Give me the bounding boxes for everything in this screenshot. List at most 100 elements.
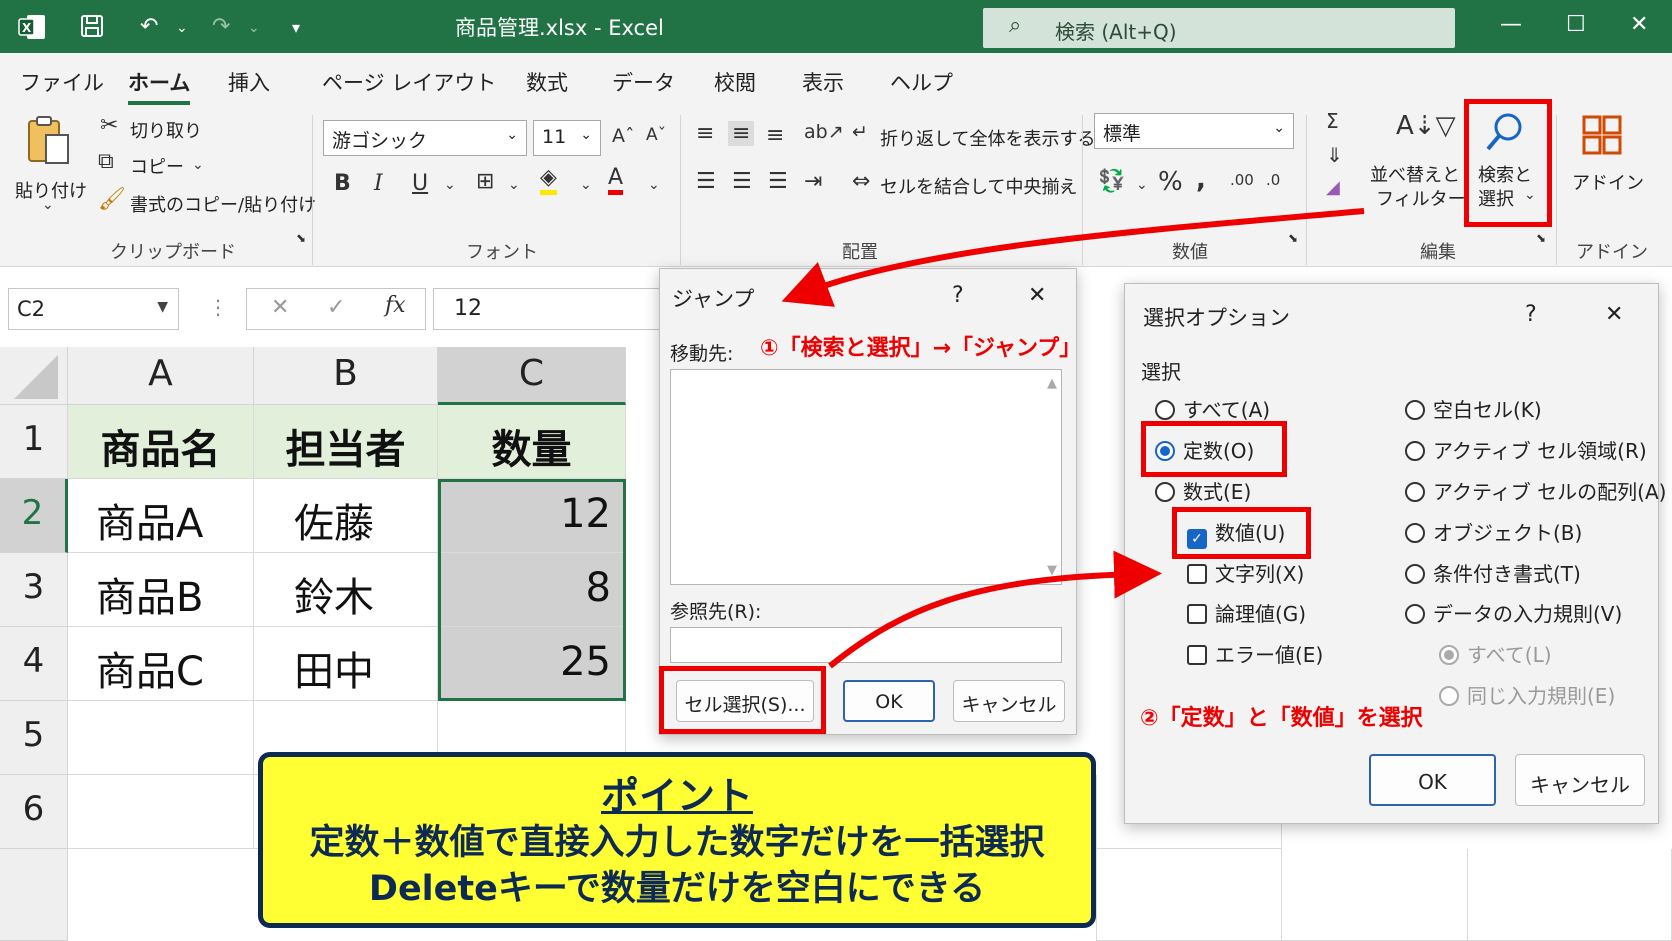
- special-ok-button[interactable]: OK: [1369, 754, 1496, 806]
- font-size-select[interactable]: 11 ⌄: [533, 120, 601, 156]
- bold-icon[interactable]: B: [334, 171, 351, 196]
- maximize-icon[interactable]: ☐: [1566, 12, 1586, 37]
- borders-icon[interactable]: ⊞: [476, 169, 494, 194]
- tab-view[interactable]: 表示: [802, 67, 844, 97]
- merge-center-button[interactable]: セルを結合して中央揃え: [880, 173, 1077, 199]
- cell-g7[interactable]: [1468, 849, 1672, 941]
- goto-list[interactable]: ▲ ▼: [670, 369, 1062, 585]
- cell-b4[interactable]: 田中: [254, 627, 438, 701]
- autosum-icon[interactable]: Σ: [1326, 109, 1339, 133]
- merge-dropdown-icon[interactable]: ⌄: [1058, 177, 1070, 193]
- font-color-icon[interactable]: A: [608, 165, 624, 195]
- option-objects[interactable]: オブジェクト(B): [1405, 517, 1582, 546]
- row-header-3[interactable]: 3: [0, 553, 68, 627]
- clipboard-launcher-icon[interactable]: ⬊: [296, 231, 306, 245]
- cell-f7[interactable]: [1282, 849, 1468, 941]
- copy-dropdown-icon[interactable]: ⌄: [192, 157, 204, 173]
- help-icon[interactable]: ?: [1525, 302, 1537, 327]
- header-cell-quantity[interactable]: 数量: [438, 405, 626, 479]
- font-color-dropdown-icon[interactable]: ⌄: [648, 177, 660, 193]
- option-formulas[interactable]: 数式(E): [1155, 476, 1251, 505]
- row-header-4[interactable]: 4: [0, 627, 68, 701]
- row-header-2[interactable]: 2: [0, 479, 68, 553]
- fill-color-dropdown-icon[interactable]: ⌄: [580, 177, 592, 193]
- number-launcher-icon[interactable]: ⬊: [1288, 231, 1298, 245]
- paste-dropdown-icon[interactable]: ⌄: [42, 197, 54, 213]
- column-header-b[interactable]: B: [254, 347, 438, 405]
- close-icon[interactable]: ✕: [1028, 283, 1046, 308]
- option-errors[interactable]: エラー値(E): [1187, 639, 1323, 668]
- search-box[interactable]: ⌕ 検索 (Alt+Q): [983, 8, 1455, 48]
- fill-color-icon[interactable]: ◈: [540, 165, 557, 195]
- row-header-1[interactable]: 1: [0, 405, 68, 479]
- close-icon[interactable]: ✕: [1605, 302, 1623, 327]
- fill-icon[interactable]: ⇓: [1326, 143, 1343, 167]
- scroll-up-icon[interactable]: ▲: [1047, 376, 1057, 391]
- option-text[interactable]: 文字列(X): [1187, 558, 1304, 587]
- option-current-array[interactable]: アクティブ セルの配列(A): [1405, 476, 1666, 505]
- close-icon[interactable]: ✕: [1630, 12, 1648, 37]
- name-box[interactable]: C2 ▼: [8, 288, 179, 330]
- align-top-icon[interactable]: ≡: [696, 121, 714, 146]
- underline-dropdown-icon[interactable]: ⌄: [444, 177, 456, 193]
- underline-icon[interactable]: U: [412, 171, 428, 196]
- cell-e7[interactable]: [1096, 849, 1282, 941]
- copy-button[interactable]: コピー: [130, 153, 184, 179]
- sort-filter-label-1[interactable]: 並べ替えと: [1370, 161, 1460, 187]
- font-name-select[interactable]: 游ゴシック ⌄: [323, 120, 527, 156]
- option-conditional-formats[interactable]: 条件付き書式(T): [1405, 558, 1581, 587]
- format-painter-button[interactable]: 書式のコピー/貼り付け: [130, 191, 316, 217]
- goto-cancel-button[interactable]: キャンセル: [953, 680, 1065, 722]
- tab-insert[interactable]: 挿入: [228, 67, 270, 97]
- option-blanks[interactable]: 空白セル(K): [1405, 394, 1542, 423]
- clear-icon[interactable]: ◢: [1326, 177, 1340, 198]
- wrap-text-button[interactable]: 折り返して全体を表示する: [880, 125, 1095, 151]
- redo-dropdown-icon[interactable]: ⌄: [248, 20, 260, 36]
- cancel-entry-icon[interactable]: ✕: [271, 295, 289, 320]
- decrease-font-icon[interactable]: Aˇ: [646, 125, 666, 145]
- undo-dropdown-icon[interactable]: ⌄: [176, 20, 188, 36]
- option-validation-all[interactable]: すべて(L): [1439, 639, 1552, 668]
- header-cell-product[interactable]: 商品名: [68, 405, 254, 479]
- indent-icon[interactable]: ⇥: [804, 169, 822, 194]
- editing-launcher-icon[interactable]: ⬊: [1536, 231, 1546, 245]
- tab-page-layout[interactable]: ページ レイアウト: [322, 67, 496, 97]
- addins-button[interactable]: アドイン: [1572, 169, 1644, 195]
- tab-file[interactable]: ファイル: [20, 67, 104, 97]
- row-header-5[interactable]: 5: [0, 701, 68, 775]
- align-middle-icon[interactable]: ≡: [728, 121, 755, 146]
- cell-a5[interactable]: [68, 701, 254, 775]
- cell-a2[interactable]: 商品A: [68, 479, 254, 553]
- option-data-validation[interactable]: データの入力規則(V): [1405, 598, 1622, 627]
- option-logicals[interactable]: 論理値(G): [1187, 598, 1306, 627]
- minimize-icon[interactable]: —: [1500, 12, 1522, 37]
- column-header-a[interactable]: A: [68, 347, 254, 405]
- option-all[interactable]: すべて(A): [1155, 394, 1270, 423]
- number-format-select[interactable]: 標準 ⌄: [1094, 113, 1294, 149]
- special-cancel-button[interactable]: キャンセル: [1515, 754, 1645, 806]
- goto-ok-button[interactable]: OK: [843, 680, 935, 722]
- italic-icon[interactable]: I: [374, 171, 383, 196]
- tab-review[interactable]: 校閲: [714, 67, 756, 97]
- cell-a4[interactable]: 商品C: [68, 627, 254, 701]
- row-header-7[interactable]: [0, 849, 68, 941]
- formula-input[interactable]: 12: [433, 288, 665, 330]
- select-all-corner[interactable]: [0, 347, 68, 405]
- confirm-entry-icon[interactable]: ✓: [327, 295, 345, 320]
- reference-input[interactable]: [670, 627, 1062, 663]
- cell-b2[interactable]: 佐藤: [254, 479, 438, 553]
- tab-help[interactable]: ヘルプ: [890, 67, 953, 97]
- cell-a6[interactable]: [68, 775, 254, 849]
- option-current-region[interactable]: アクティブ セル領域(R): [1405, 435, 1647, 464]
- help-icon[interactable]: ?: [952, 283, 964, 308]
- paste-icon[interactable]: [26, 115, 72, 173]
- align-center-icon[interactable]: ☰: [732, 169, 752, 194]
- increase-decimal-icon[interactable]: .00: [1230, 171, 1254, 189]
- column-header-c[interactable]: C: [438, 347, 626, 405]
- save-icon[interactable]: [80, 14, 104, 44]
- scroll-down-icon[interactable]: ▼: [1047, 563, 1057, 578]
- header-cell-person[interactable]: 担当者: [254, 405, 438, 479]
- tab-formulas[interactable]: 数式: [526, 67, 568, 97]
- sort-filter-label-2[interactable]: フィルター: [1376, 185, 1466, 211]
- increase-font-icon[interactable]: Aˆ: [612, 125, 635, 147]
